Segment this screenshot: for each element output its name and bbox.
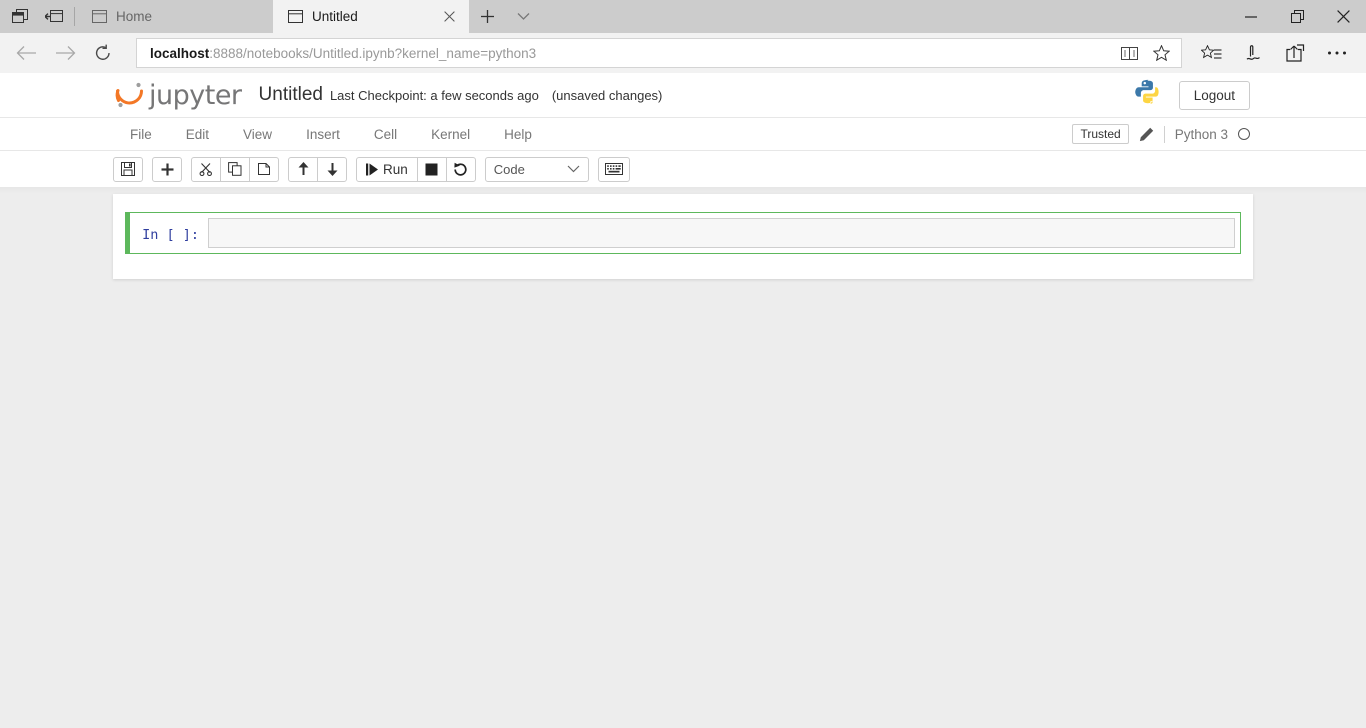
menu-insert[interactable]: Insert (289, 118, 357, 150)
chevron-down-icon[interactable] (505, 0, 541, 33)
jupyter-menubar: File Edit View Insert Cell Kernel Help T… (0, 117, 1366, 151)
minimize-button[interactable] (1228, 0, 1274, 33)
new-tab-button[interactable] (469, 0, 505, 33)
logout-button[interactable]: Logout (1179, 81, 1250, 110)
keyboard-icon[interactable] (598, 157, 630, 182)
stop-icon[interactable] (417, 157, 447, 182)
restart-icon[interactable] (446, 157, 476, 182)
notebook-name[interactable]: Untitled (259, 84, 323, 106)
arrow-up-icon[interactable] (288, 157, 318, 182)
unsaved-changes-status: (unsaved changes) (552, 88, 663, 103)
jupyter-mark-icon (113, 78, 147, 112)
copy-icon[interactable] (220, 157, 250, 182)
browser-tabs: Home Untitled (77, 0, 469, 33)
window-icon (91, 9, 107, 25)
back-arrow-icon[interactable] (8, 36, 46, 70)
browser-tab-strip: Home Untitled (0, 0, 1366, 33)
forward-arrow-icon[interactable] (46, 36, 84, 70)
chevron-down-icon (567, 165, 580, 173)
cell-code-input[interactable] (208, 218, 1235, 248)
url-text: localhost:8888/notebooks/Untitled.ipynb?… (150, 46, 1113, 61)
browser-tab-home-title: Home (116, 9, 261, 24)
set-tabs-aside-icon[interactable] (44, 7, 64, 27)
browser-tab-home[interactable]: Home (77, 0, 273, 33)
menu-edit[interactable]: Edit (169, 118, 226, 150)
notebook-container: In [ ]: (113, 194, 1253, 279)
kernel-indicator-name: Python 3 (1175, 127, 1228, 142)
close-icon[interactable] (441, 9, 457, 25)
menu-cell[interactable]: Cell (357, 118, 414, 150)
restore-button[interactable] (1274, 0, 1320, 33)
address-bar[interactable]: localhost:8888/notebooks/Untitled.ipynb?… (136, 38, 1182, 68)
tab-preview-icon[interactable] (10, 7, 30, 27)
python-logo (1134, 78, 1163, 112)
menu-kernel[interactable]: Kernel (414, 118, 487, 150)
web-note-icon[interactable] (1232, 36, 1274, 70)
more-settings-icon[interactable] (1316, 36, 1358, 70)
jupyter-logo[interactable]: jupyter (113, 78, 242, 112)
cell-prompt: In [ ]: (130, 218, 208, 248)
scissors-icon[interactable] (191, 157, 221, 182)
plus-icon[interactable] (152, 157, 182, 182)
cell-type-value: Code (494, 162, 525, 177)
notebook-cell[interactable]: In [ ]: (125, 212, 1241, 254)
run-button[interactable]: Run (356, 157, 418, 182)
jupyter-header: jupyter Untitled Last Checkpoint: a few … (0, 73, 1366, 117)
menu-file[interactable]: File (113, 118, 169, 150)
tabstrip-spacer (541, 0, 1228, 33)
window-icon (287, 9, 303, 25)
url-host: localhost (150, 46, 209, 61)
browser-toolbar: localhost:8888/notebooks/Untitled.ipynb?… (0, 33, 1366, 73)
toolbar-separator (0, 187, 1366, 194)
browser-tab-untitled[interactable]: Untitled (273, 0, 469, 33)
menu-help[interactable]: Help (487, 118, 549, 150)
window-controls (1228, 0, 1366, 33)
toolbar-group-edit (191, 157, 279, 182)
jupyter-logo-text: jupyter (149, 80, 242, 111)
kernel-status-icon[interactable] (1238, 128, 1250, 140)
trusted-badge[interactable]: Trusted (1072, 124, 1128, 144)
star-icon[interactable] (1145, 39, 1177, 67)
toolbar-group-insert (152, 157, 182, 182)
book-icon[interactable] (1113, 39, 1145, 67)
browser-tab-untitled-title: Untitled (312, 9, 432, 24)
arrow-down-icon[interactable] (317, 157, 347, 182)
menubar-divider (1164, 126, 1165, 143)
close-button[interactable] (1320, 0, 1366, 33)
tabstrip-divider (74, 7, 75, 26)
tabstrip-left-icons (0, 0, 70, 33)
share-icon[interactable] (1274, 36, 1316, 70)
toolbar-group-move (288, 157, 347, 182)
header-right-group: Logout (1134, 78, 1366, 112)
run-icon (366, 163, 378, 176)
cell-type-select[interactable]: Code (485, 157, 589, 182)
jupyter-toolbar: Run Code (0, 151, 1366, 187)
jupyter-page: jupyter Untitled Last Checkpoint: a few … (0, 73, 1366, 728)
toolbar-group-keyboard (598, 157, 630, 182)
paste-icon[interactable] (249, 157, 279, 182)
menu-view[interactable]: View (226, 118, 289, 150)
favorites-hub-icon[interactable] (1190, 36, 1232, 70)
run-button-label: Run (383, 162, 408, 177)
pencil-icon[interactable] (1139, 127, 1154, 142)
checkpoint-status: Last Checkpoint: a few seconds ago (330, 88, 539, 103)
menubar-right-group: Trusted Python 3 (1072, 118, 1366, 150)
toolbar-group-run: Run (356, 157, 476, 182)
refresh-icon[interactable] (84, 36, 122, 70)
browser-toolbar-right (1190, 36, 1358, 70)
notebook-title-group: Untitled Last Checkpoint: a few seconds … (259, 84, 663, 106)
url-path: :8888/notebooks/Untitled.ipynb?kernel_na… (209, 46, 536, 61)
save-icon[interactable] (113, 157, 143, 182)
toolbar-group-save (113, 157, 143, 182)
